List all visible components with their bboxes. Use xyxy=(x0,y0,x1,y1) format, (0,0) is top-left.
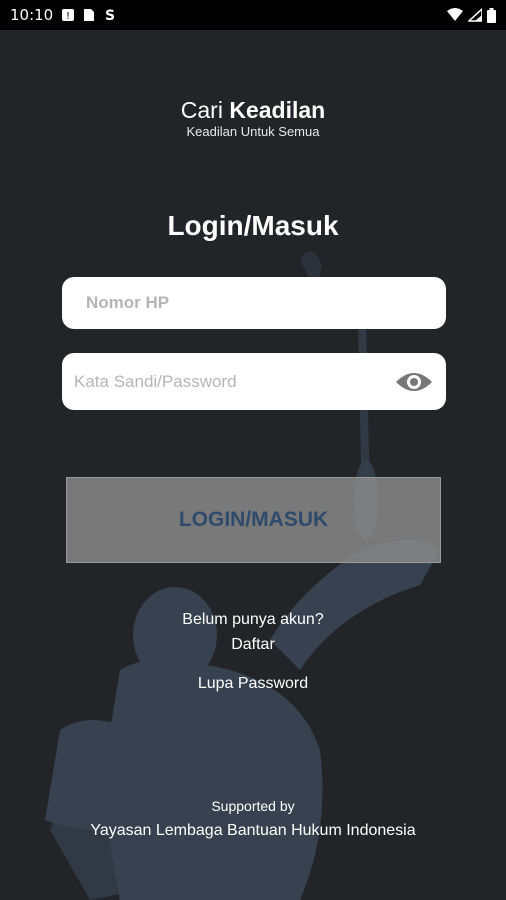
battery-icon xyxy=(487,7,496,23)
brand-header: Cari Keadilan Keadilan Untuk Semua xyxy=(0,96,506,139)
password-field[interactable] xyxy=(62,353,446,410)
sim-card-icon xyxy=(83,8,95,22)
app-title-light: Cari xyxy=(180,97,223,123)
supported-by-label: Supported by xyxy=(211,798,295,814)
cell-signal-icon xyxy=(468,8,482,22)
eye-icon[interactable] xyxy=(394,370,434,394)
register-link[interactable]: Daftar xyxy=(0,636,506,654)
phone-input[interactable] xyxy=(86,277,422,329)
app-logo-title: Cari Keadilan xyxy=(0,96,506,124)
sync-icon: S xyxy=(103,8,117,22)
status-time: 10:10 xyxy=(10,6,54,24)
forgot-password-link[interactable]: Lupa Password xyxy=(0,675,506,693)
page-title: Login/Masuk xyxy=(167,210,339,241)
svg-text:!: ! xyxy=(66,11,70,22)
alert-badge-icon: ! xyxy=(61,8,75,22)
status-bar: 10:10 ! S xyxy=(0,0,506,30)
no-account-text: Belum punya akun? xyxy=(182,611,324,628)
organization-name: Yayasan Lembaga Bantuan Hukum Indonesia xyxy=(90,822,416,839)
svg-text:S: S xyxy=(105,8,115,22)
password-input[interactable] xyxy=(74,353,394,410)
lady-justice-statue-image xyxy=(45,251,440,900)
app-tagline: Keadilan Untuk Semua xyxy=(186,124,320,139)
phone-field[interactable] xyxy=(62,277,446,329)
login-button[interactable]: LOGIN/MASUK xyxy=(66,477,441,563)
wifi-icon xyxy=(447,8,463,22)
app-title-bold: Keadilan xyxy=(229,97,326,123)
